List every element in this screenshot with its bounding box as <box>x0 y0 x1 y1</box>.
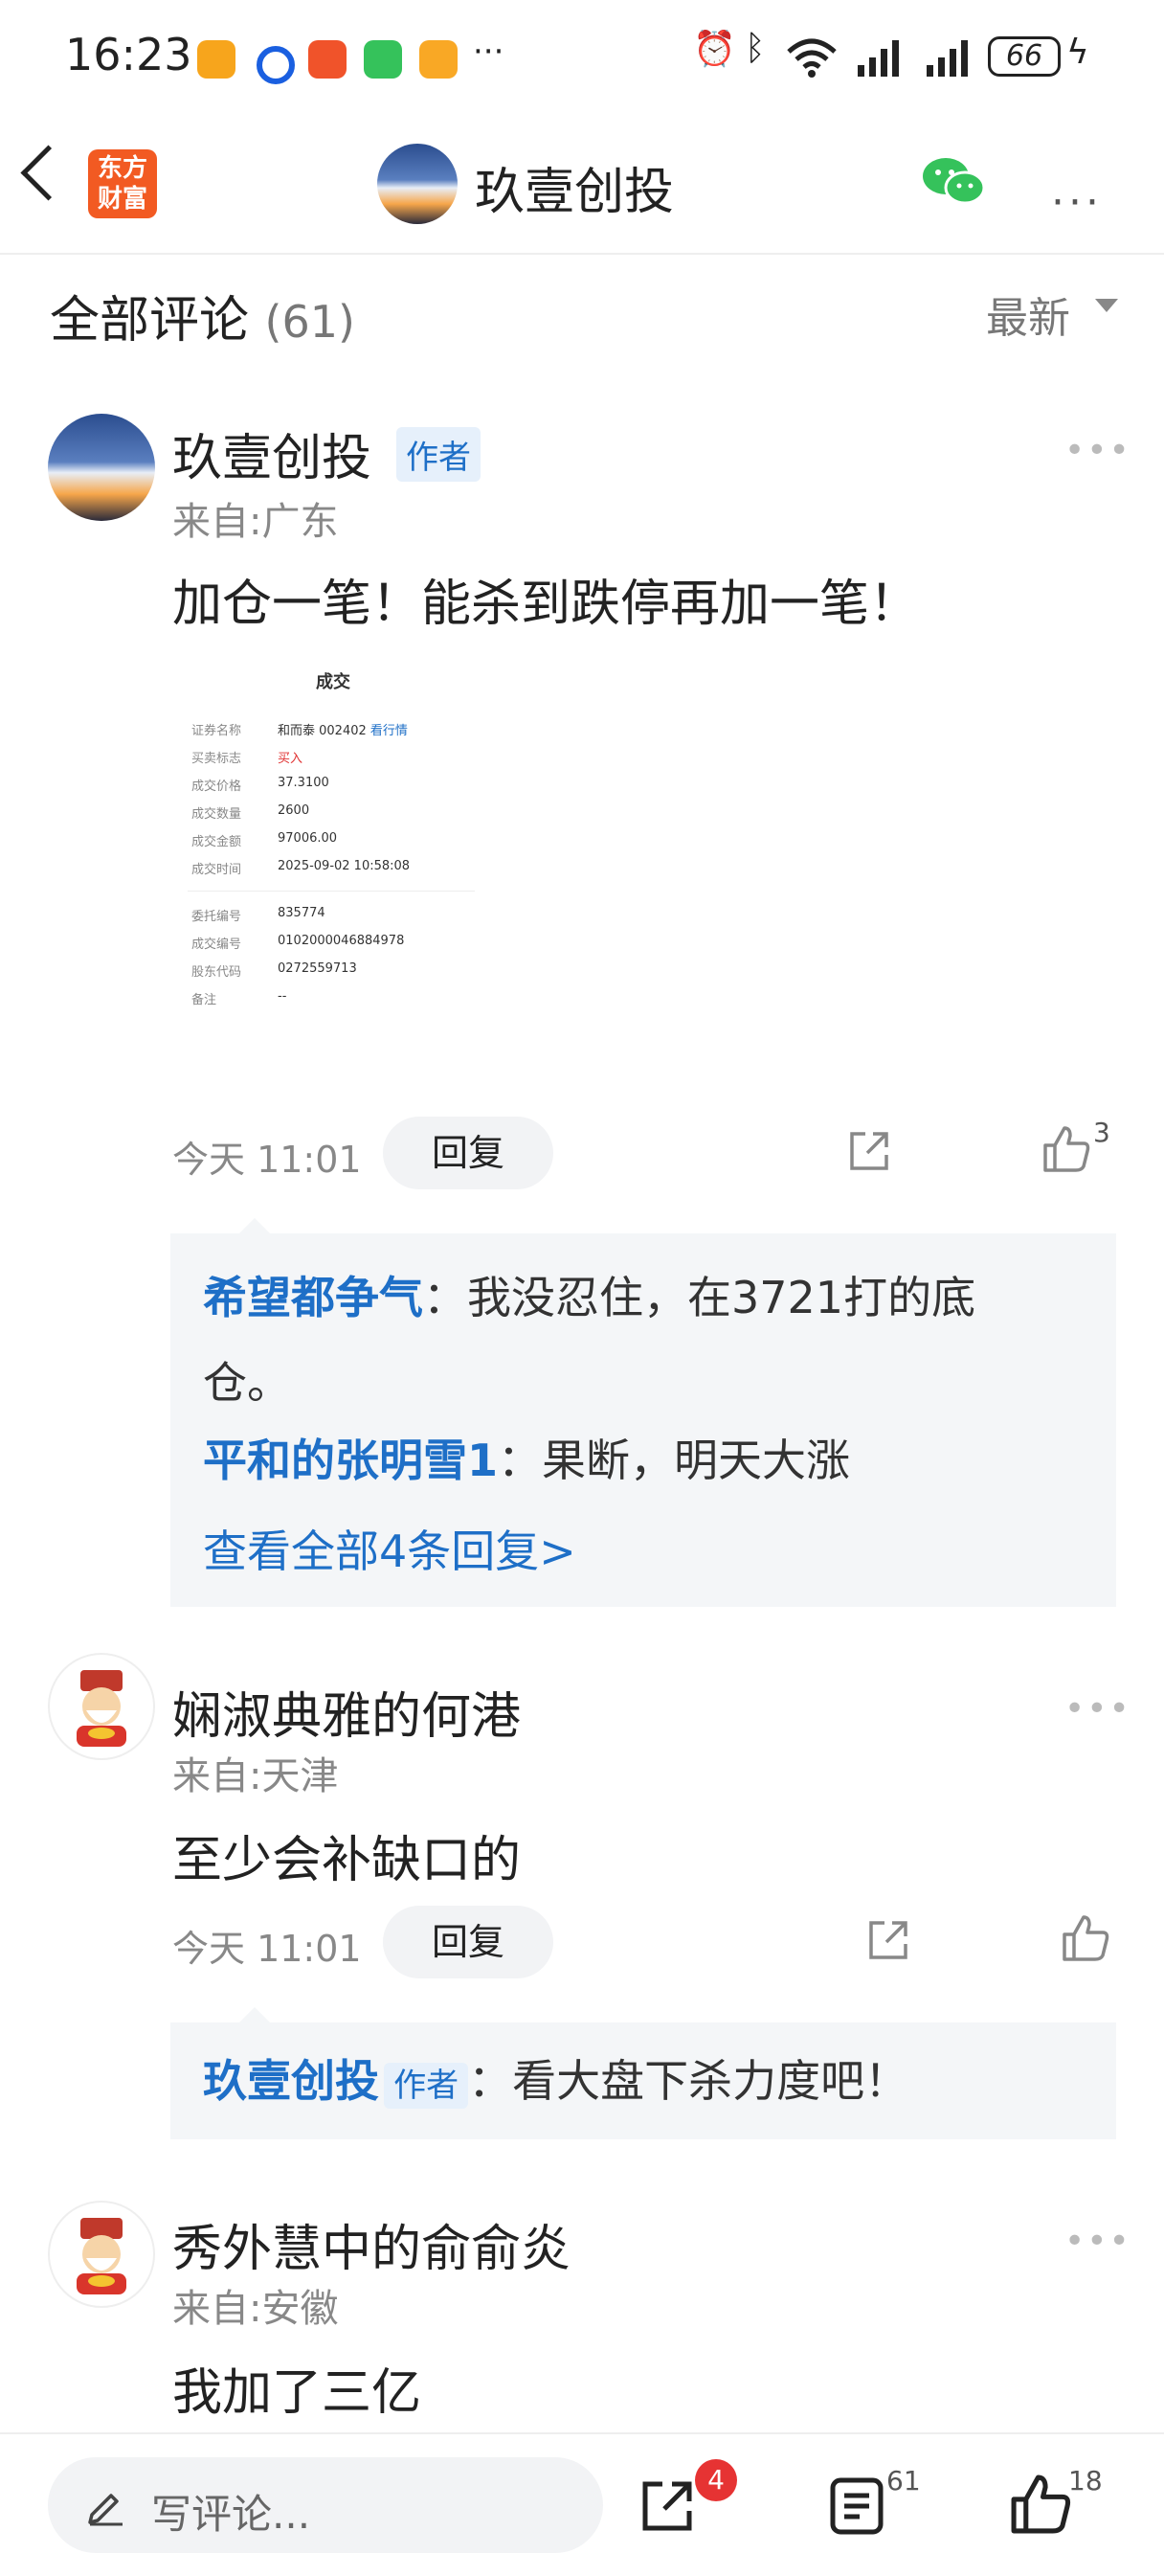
bluetooth-icon: ᛒ <box>745 29 766 68</box>
share-count-badge: 4 <box>695 2459 737 2501</box>
chevron-down-icon[interactable] <box>1095 299 1118 312</box>
more-options-button[interactable]: ··· <box>1051 178 1103 227</box>
comment-count-label: 61 <box>886 2465 921 2497</box>
comment-time: 今天 11:01 <box>172 1139 362 1181</box>
comment-location: 来自:广东 <box>172 500 339 544</box>
author-badge: 作者 <box>396 427 481 482</box>
reply-item[interactable]: 平和的张明雪1：果断，明天大涨 <box>203 1423 850 1508</box>
comment-time: 今天 11:01 <box>172 1928 362 1970</box>
comment-more-button[interactable]: ••• <box>1064 2222 1131 2261</box>
app-notification-icon <box>257 46 295 84</box>
reply-author[interactable]: 平和的张明雪1 <box>203 1435 498 1486</box>
comment-more-button[interactable]: ••• <box>1064 1689 1131 1729</box>
like-icon[interactable] <box>1009 2473 1072 2536</box>
reply-item[interactable]: 玖壹创投 作者 ：看大盘下杀力度吧！ <box>203 2044 908 2129</box>
battery-indicator: 66 <box>988 36 1061 77</box>
author-badge: 作者 <box>384 2063 469 2109</box>
trade-divider <box>188 891 475 892</box>
share-icon[interactable] <box>865 1917 911 1963</box>
avatar[interactable] <box>48 1653 155 1760</box>
comment-location: 来自:天津 <box>172 1754 339 1798</box>
reply-button[interactable]: 回复 <box>383 1117 553 1189</box>
reply-author[interactable]: 希望都争气 <box>203 1272 423 1323</box>
more-notifications-icon: ··· <box>473 33 504 71</box>
comment-text: 至少会补缺口的 <box>172 1832 522 1889</box>
comment-input[interactable] <box>48 2457 603 2553</box>
app-logo[interactable]: 东方 财富 <box>88 149 157 218</box>
wechat-share-icon[interactable] <box>921 155 988 209</box>
reply-author[interactable]: 玖壹创投 <box>203 2055 379 2107</box>
charging-icon: ϟ <box>1066 33 1089 72</box>
alarm-icon: ⏰ <box>693 30 736 69</box>
comment-more-button[interactable]: ••• <box>1064 431 1131 470</box>
reply-button[interactable]: 回复 <box>383 1906 553 1978</box>
like-icon[interactable] <box>1061 1913 1110 1963</box>
trade-screenshot-image[interactable]: 成交 证券名称 和而泰 002402 看行情 买卖标志 买入 成交价格 37.3… <box>188 661 484 1015</box>
app-notification-icon <box>419 40 458 79</box>
avatar[interactable] <box>48 2201 155 2308</box>
comment-location: 来自:安徽 <box>172 2287 339 2331</box>
reply-item[interactable]: 希望都争气：我没忍住，在3721打的底 仓。 <box>203 1260 1084 1431</box>
wifi-icon <box>787 38 837 78</box>
commenter-name[interactable]: 玖壹创投 <box>172 418 371 489</box>
comment-text: 我加了三亿 <box>172 2364 422 2422</box>
like-count: 3 <box>1093 1117 1110 1148</box>
pencil-icon <box>88 2494 123 2526</box>
comment-count: (61) <box>264 296 355 348</box>
like-icon[interactable] <box>1041 1124 1091 1174</box>
comment-list-icon[interactable] <box>829 2476 886 2536</box>
reply-box-pointer <box>237 2007 272 2024</box>
commenter-name[interactable]: 秀外慧中的俞俞炎 <box>172 2208 571 2280</box>
header-avatar[interactable] <box>377 144 458 224</box>
signal-icon <box>927 40 968 77</box>
app-notification-icon <box>197 40 235 79</box>
share-icon[interactable] <box>846 1128 892 1174</box>
app-notification-icon <box>308 40 347 79</box>
page-title: 玖壹创投 <box>475 164 675 221</box>
header-divider <box>0 253 1164 255</box>
sort-dropdown[interactable]: 最新 <box>986 283 1070 345</box>
signal-icon <box>858 40 899 77</box>
view-all-replies-link[interactable]: 查看全部4条回复> <box>203 1517 576 1580</box>
back-button[interactable] <box>20 145 77 201</box>
reply-box-pointer <box>237 1218 272 1235</box>
like-count-label: 18 <box>1068 2465 1103 2497</box>
avatar[interactable] <box>48 414 155 521</box>
comment-text: 加仓一笔！能杀到跌停再加一笔！ <box>172 576 920 633</box>
comments-section-title: 全部评论 (61) <box>50 292 355 350</box>
comment-placeholder[interactable]: 写评论... <box>151 2482 310 2541</box>
wechat-notification-icon <box>364 40 402 79</box>
share-icon[interactable] <box>638 2476 697 2536</box>
commenter-name[interactable]: 娴淑典雅的何港 <box>172 1676 521 1748</box>
status-time: 16:23 <box>65 29 192 80</box>
